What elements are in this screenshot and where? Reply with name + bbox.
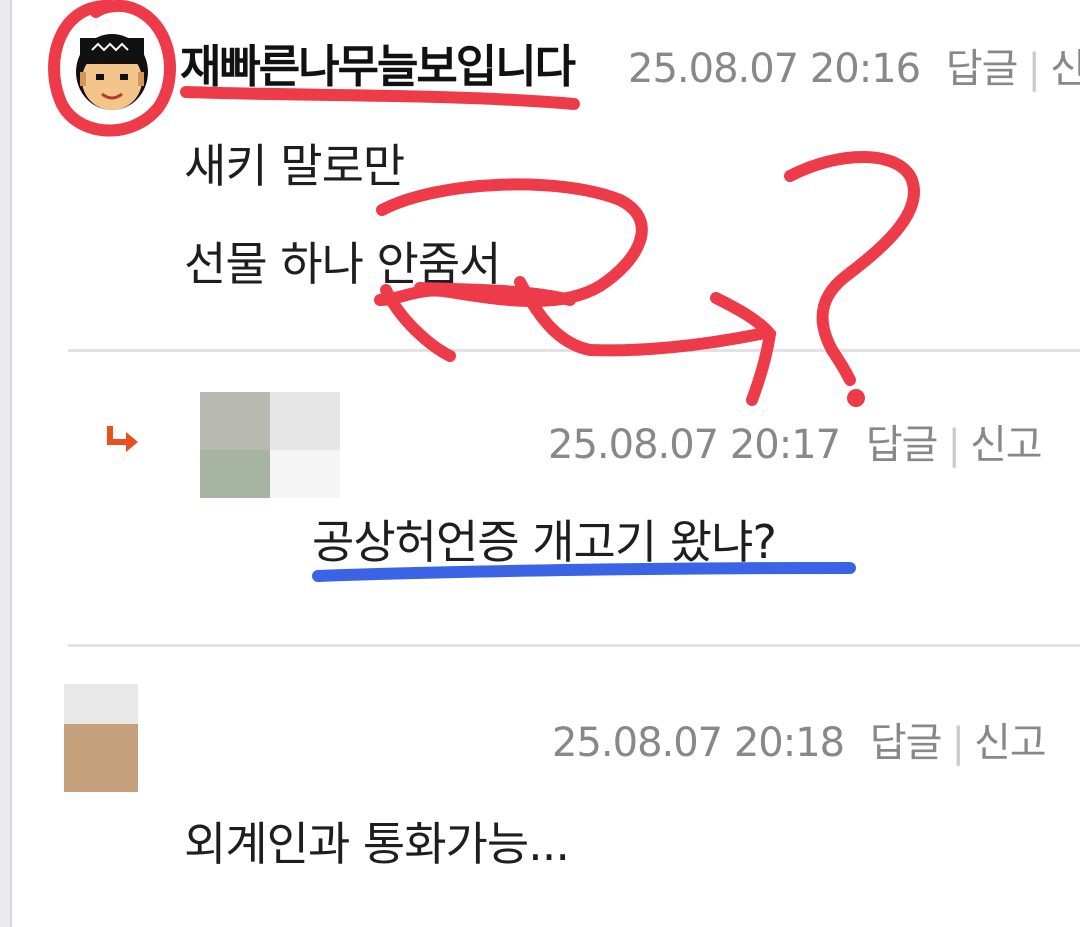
avatar-blurred[interactable] — [64, 684, 138, 792]
comment-meta: 25.08.07 20:18 답글 | 신고 — [552, 710, 1047, 768]
divider — [68, 644, 1080, 647]
comment-text-line-1: 새키 말로만 — [184, 139, 405, 193]
reply-button[interactable]: 답글 — [946, 46, 1019, 92]
scribble-mark — [514, 276, 766, 357]
divider — [68, 349, 1080, 352]
comment-text-line-1: 공상허언증 개고기 왔냐? — [312, 515, 777, 569]
comment-text-line-1: 외계인과 통화가능... — [184, 817, 570, 871]
avatar[interactable] — [66, 20, 158, 116]
left-border — [0, 0, 12, 927]
report-button[interactable]: 신고 — [1050, 46, 1080, 92]
question-mark-annotation — [784, 151, 920, 386]
reply-button[interactable]: 답글 — [870, 720, 943, 766]
report-button[interactable]: 신고 — [970, 422, 1043, 468]
timestamp: 25.08.07 20:16 — [628, 46, 921, 92]
reply-button[interactable]: 답글 — [866, 422, 939, 468]
separator: | — [951, 720, 965, 766]
separator: | — [947, 422, 961, 468]
comment-text-line-2: 선물 하나 안줌서 — [184, 237, 501, 291]
report-button[interactable]: 신고 — [974, 720, 1047, 766]
timestamp: 25.08.07 20:18 — [552, 720, 845, 766]
scribble-mark — [380, 284, 456, 362]
avatar-blurred[interactable] — [200, 392, 340, 498]
nickname[interactable]: 재빠른나무늘보입니다 — [180, 30, 576, 95]
timestamp: 25.08.07 20:17 — [548, 422, 841, 468]
comment-meta: 25.08.07 20:17 답글 | 신고 — [548, 412, 1043, 470]
reply-arrow-icon — [107, 426, 138, 452]
separator: | — [1027, 46, 1041, 92]
comment-meta: 25.08.07 20:16 답글|신고 — [628, 36, 1080, 94]
question-mark-dot — [847, 389, 865, 407]
